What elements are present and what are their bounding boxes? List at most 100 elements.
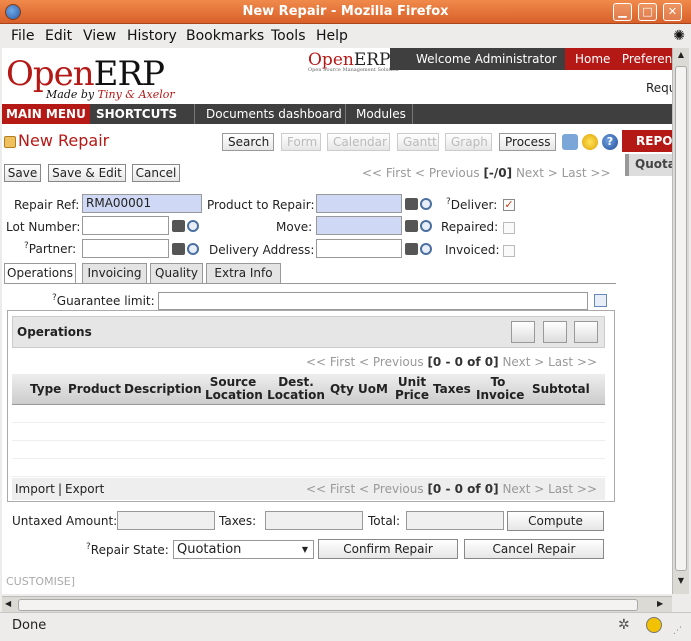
open-lot-icon[interactable] xyxy=(172,220,185,232)
import-link[interactable]: Import xyxy=(15,482,55,496)
menu-tools[interactable]: Tools xyxy=(271,28,306,44)
tab-invoicing[interactable]: Invoicing xyxy=(82,263,147,283)
col-taxes[interactable]: Taxes xyxy=(433,383,471,396)
lot-number-field[interactable] xyxy=(82,216,169,235)
customise-link[interactable]: CUSTOMISE] xyxy=(6,575,75,588)
menu-view[interactable]: View xyxy=(83,28,116,44)
col-description[interactable]: Description xyxy=(124,383,202,396)
calendar-icon[interactable] xyxy=(594,294,607,307)
search-partner-icon[interactable] xyxy=(187,243,199,255)
col-unit-price[interactable]: Unit Price xyxy=(394,376,430,402)
partner-field[interactable] xyxy=(82,239,169,258)
ops-pager-last[interactable]: Last >> xyxy=(548,355,597,369)
vertical-scrollbar[interactable]: ▲ ▼ xyxy=(672,48,689,594)
preferences-link[interactable]: Preferen xyxy=(622,52,672,66)
save-edit-button[interactable]: Save & Edit xyxy=(48,164,126,182)
shortcut-documents-dashboard[interactable]: Documents dashboard xyxy=(206,107,342,121)
ops-pager-first[interactable]: << First xyxy=(306,482,355,496)
close-button[interactable]: ✕ xyxy=(663,3,682,21)
tab-operations[interactable]: Operations xyxy=(4,263,76,284)
scroll-left-icon[interactable]: ◀ xyxy=(5,599,15,611)
delivery-address-field[interactable] xyxy=(316,239,402,258)
scroll-up-icon[interactable]: ▲ xyxy=(675,50,687,64)
pager-last[interactable]: Last >> xyxy=(562,166,611,180)
menu-bookmarks[interactable]: Bookmarks xyxy=(186,28,264,44)
home-link[interactable]: Home xyxy=(575,52,610,66)
export-link[interactable]: Export xyxy=(65,482,104,496)
menu-help[interactable]: Help xyxy=(316,28,348,44)
search-lot-icon[interactable] xyxy=(187,220,199,232)
scroll-down-icon[interactable]: ▼ xyxy=(675,576,687,590)
open-address-icon[interactable] xyxy=(405,243,418,255)
shortcut-modules[interactable]: Modules xyxy=(356,107,406,121)
tab-extra-info[interactable]: Extra Info xyxy=(206,263,281,283)
repair-ref-field[interactable]: RMA00001 xyxy=(82,194,202,213)
product-to-repair-field[interactable] xyxy=(316,194,402,213)
gantt-view-button[interactable]: Gantt xyxy=(397,133,439,151)
maximize-button[interactable]: □ xyxy=(638,3,657,21)
shortcuts-link[interactable]: SHORTCUTS xyxy=(96,107,177,121)
reports-panel-header[interactable]: REPO xyxy=(622,130,672,152)
ops-pager-previous[interactable]: < Previous xyxy=(359,355,424,369)
col-type[interactable]: Type xyxy=(30,383,61,396)
ops-pager-previous[interactable]: < Previous xyxy=(359,482,424,496)
edit-list-icon[interactable] xyxy=(574,321,598,343)
col-product[interactable]: Product xyxy=(68,383,121,396)
open-product-icon[interactable] xyxy=(405,198,418,210)
search-address-icon[interactable] xyxy=(420,243,432,255)
compute-button[interactable]: Compute xyxy=(507,511,604,531)
resize-grip-icon[interactable]: ⋰ xyxy=(673,626,682,636)
bug-icon[interactable]: ✲ xyxy=(618,617,630,633)
pager-previous[interactable]: < Previous xyxy=(415,166,480,180)
print-icon[interactable] xyxy=(562,134,578,150)
search-product-icon[interactable] xyxy=(420,198,432,210)
search-view-button[interactable]: Search xyxy=(222,133,274,151)
col-uom[interactable]: UoM xyxy=(358,383,388,396)
col-dest-location[interactable]: Dest. Location xyxy=(267,376,325,402)
confirm-repair-button[interactable]: Confirm Repair xyxy=(318,539,458,559)
menu-history[interactable]: History xyxy=(127,28,177,44)
col-source-location[interactable]: Source Location xyxy=(205,376,263,402)
open-move-icon[interactable] xyxy=(405,220,418,232)
repair-state-select[interactable]: Quotation ▼ xyxy=(173,540,314,559)
pager-next[interactable]: Next > xyxy=(516,166,558,180)
main-menu-link[interactable]: MAIN MENU xyxy=(2,104,90,124)
graph-view-button[interactable]: Graph xyxy=(445,133,492,151)
repaired-checkbox[interactable] xyxy=(503,222,515,234)
cancel-repair-button[interactable]: Cancel Repair xyxy=(464,539,604,559)
ops-pager-first[interactable]: << First xyxy=(306,355,355,369)
ops-pager-next[interactable]: Next > xyxy=(502,482,544,496)
move-field[interactable] xyxy=(316,216,402,235)
menu-file[interactable]: File xyxy=(11,28,34,44)
cancel-button[interactable]: Cancel xyxy=(132,164,180,182)
quotation-report-link[interactable]: Quota xyxy=(625,154,672,176)
ops-pager-last[interactable]: Last >> xyxy=(548,482,597,496)
new-line-icon[interactable] xyxy=(511,321,535,343)
save-button[interactable]: Save xyxy=(4,164,41,182)
settings-icon[interactable] xyxy=(582,134,598,150)
minimize-button[interactable]: ▁ xyxy=(613,3,632,21)
search-move-icon[interactable] xyxy=(420,220,432,232)
form-view-button[interactable]: Form xyxy=(281,133,321,151)
horizontal-scrollbar[interactable]: ◀ ▶ xyxy=(2,596,672,612)
vertical-scroll-thumb[interactable] xyxy=(675,66,687,571)
help-icon[interactable]: ? xyxy=(602,134,618,150)
open-partner-icon[interactable] xyxy=(172,243,185,255)
scroll-right-icon[interactable]: ▶ xyxy=(657,599,667,611)
save-line-icon[interactable] xyxy=(543,321,567,343)
guarantee-limit-field[interactable] xyxy=(158,292,588,310)
requests-link[interactable]: Requ xyxy=(646,81,672,95)
update-icon[interactable] xyxy=(646,617,662,633)
openerp-logo[interactable]: OpenERP Made by Tiny & Axelor xyxy=(6,52,176,102)
deliver-checkbox[interactable]: ✓ xyxy=(503,199,515,211)
menu-edit[interactable]: Edit xyxy=(45,28,72,44)
col-to-invoice[interactable]: To Invoice xyxy=(476,376,524,402)
col-qty[interactable]: Qty xyxy=(330,383,354,396)
ops-pager-next[interactable]: Next > xyxy=(502,355,544,369)
process-view-button[interactable]: Process xyxy=(499,133,556,151)
horizontal-scroll-thumb[interactable] xyxy=(18,599,638,611)
tab-quality[interactable]: Quality xyxy=(150,263,203,283)
calendar-view-button[interactable]: Calendar xyxy=(327,133,390,151)
pager-first[interactable]: << First xyxy=(362,166,411,180)
invoiced-checkbox[interactable] xyxy=(503,245,515,257)
